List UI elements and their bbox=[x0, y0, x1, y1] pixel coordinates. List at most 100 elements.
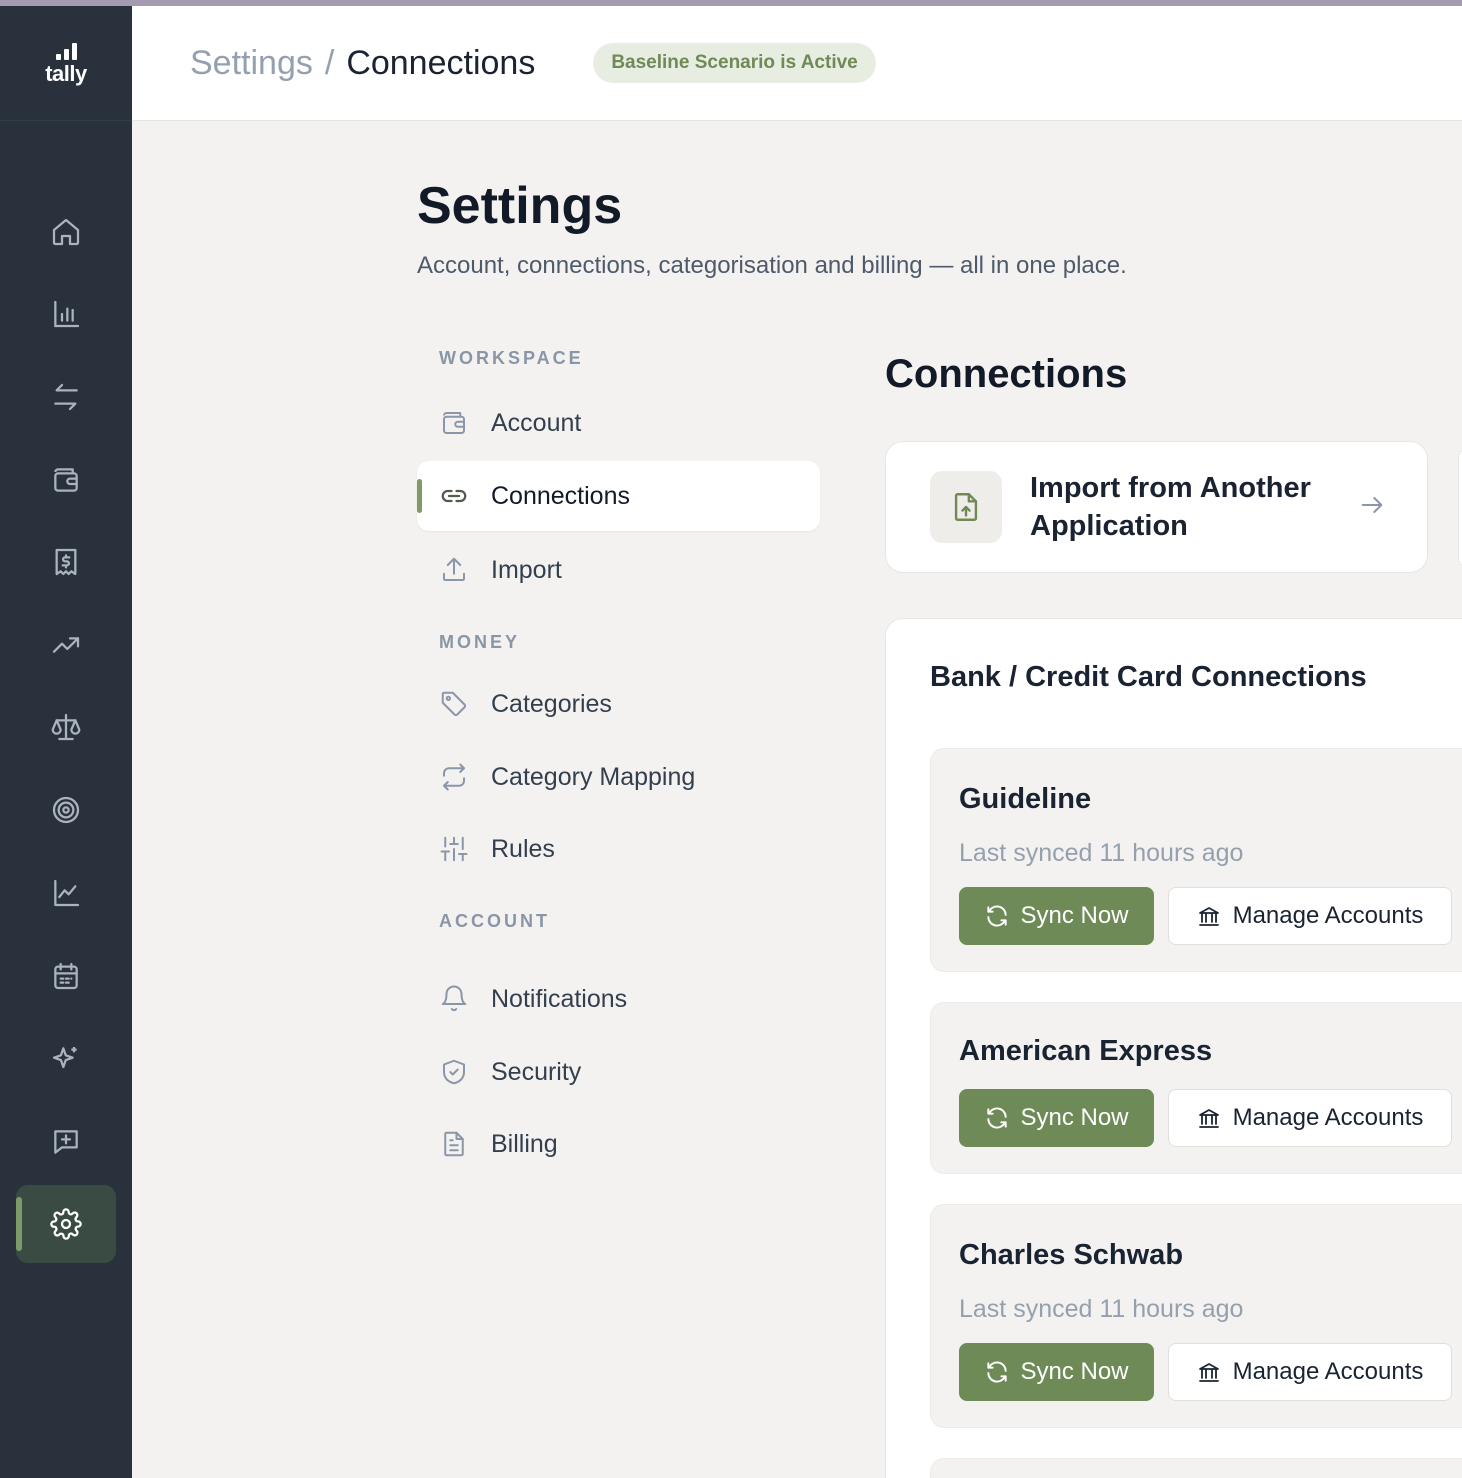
manage-accounts-label: Manage Accounts bbox=[1232, 1104, 1424, 1131]
sparkles-icon bbox=[52, 1047, 77, 1069]
rail-item-insights[interactable] bbox=[16, 1020, 116, 1098]
scale-icon bbox=[51, 713, 81, 741]
link-icon bbox=[441, 489, 467, 503]
top-header: Settings / Connections Baseline Scenario… bbox=[132, 6, 1462, 121]
section-label-account: ACCOUNT bbox=[439, 911, 550, 931]
bell-icon bbox=[441, 985, 467, 1012]
receipt-dollar-icon bbox=[55, 548, 77, 576]
settings-nav-label: Account bbox=[491, 408, 582, 437]
bank-section-title: Bank / Credit Card Connections bbox=[930, 661, 1367, 693]
settings-nav-account[interactable]: Account bbox=[417, 388, 820, 458]
sync-now-button[interactable]: Sync Now bbox=[959, 1089, 1154, 1147]
tally-logo[interactable]: tally bbox=[0, 6, 132, 121]
settings-nav-label: Billing bbox=[491, 1129, 558, 1158]
app-rail: tally bbox=[0, 6, 132, 1478]
connection-card: Charles Schwab Last synced 11 hours ago … bbox=[930, 1204, 1462, 1428]
settings-nav-connections[interactable]: Connections bbox=[417, 461, 820, 531]
sync-now-button[interactable]: Sync Now bbox=[959, 887, 1154, 945]
upload-icon bbox=[443, 557, 465, 581]
sync-now-label: Sync Now bbox=[1020, 1358, 1129, 1385]
bank-connections-panel: Bank / Credit Card Connections Guideline… bbox=[885, 618, 1462, 1478]
page-subtitle: Account, connections, categorisation and… bbox=[417, 252, 1127, 279]
sync-now-button[interactable]: Sync Now bbox=[959, 1343, 1154, 1401]
refresh-icon bbox=[987, 905, 1008, 927]
settings-nav-notifications[interactable]: Notifications bbox=[417, 964, 820, 1034]
settings-nav-label: Category Mapping bbox=[491, 762, 696, 791]
manage-accounts-button[interactable]: Manage Accounts bbox=[1168, 1343, 1452, 1401]
import-icon-tile bbox=[930, 471, 1002, 543]
calendar-icon bbox=[54, 962, 78, 990]
last-synced-text: Last synced 11 hours ago bbox=[959, 839, 1244, 867]
settings-nav-label: Notifications bbox=[491, 984, 628, 1013]
logo-text: tally bbox=[45, 61, 87, 86]
connection-name: American Express bbox=[959, 1035, 1213, 1067]
breadcrumb-current: Connections bbox=[346, 43, 536, 82]
connection-card: Guideline Last synced 11 hours ago Sync … bbox=[930, 748, 1462, 972]
rail-item-investments[interactable] bbox=[16, 854, 116, 932]
rail-item-settings[interactable] bbox=[16, 1185, 116, 1263]
settings-nav-label: Rules bbox=[491, 834, 555, 863]
transfer-icon bbox=[54, 383, 78, 411]
settings-nav-label: Connections bbox=[491, 481, 630, 510]
refresh-icon bbox=[987, 1107, 1008, 1129]
logo-mark-icon bbox=[55, 42, 77, 60]
breadcrumb: Settings / Connections bbox=[190, 44, 535, 83]
sliders-icon bbox=[440, 836, 468, 862]
tag-icon bbox=[441, 691, 467, 717]
manage-accounts-button[interactable]: Manage Accounts bbox=[1168, 1089, 1452, 1147]
wallet-icon bbox=[54, 468, 78, 492]
settings-nav-import[interactable]: Import bbox=[417, 535, 820, 605]
connection-name: Charles Schwab bbox=[959, 1239, 1184, 1271]
rail-item-balance[interactable] bbox=[16, 688, 116, 766]
window-top-edge bbox=[0, 0, 1462, 6]
rail-item-calendar[interactable] bbox=[16, 937, 116, 1015]
settings-nav-category-mapping[interactable]: Category Mapping bbox=[417, 742, 820, 812]
breadcrumb-settings[interactable]: Settings bbox=[190, 44, 313, 83]
rail-item-trends[interactable] bbox=[16, 606, 116, 684]
wallet-icon bbox=[443, 412, 465, 434]
settings-nav-billing[interactable]: Billing bbox=[417, 1109, 820, 1179]
settings-nav-rules[interactable]: Rules bbox=[417, 814, 820, 884]
settings-nav-label: Categories bbox=[491, 689, 612, 718]
bar-chart-icon bbox=[54, 300, 80, 328]
page-title: Settings bbox=[417, 177, 623, 235]
bank-icon bbox=[1198, 1363, 1219, 1382]
sync-now-label: Sync Now bbox=[1020, 1104, 1129, 1131]
connection-card bbox=[930, 1458, 1462, 1478]
file-upload-icon bbox=[954, 493, 978, 521]
bank-icon bbox=[1198, 1109, 1219, 1128]
breadcrumb-separator: / bbox=[324, 43, 335, 82]
rail-item-feedback[interactable] bbox=[16, 1103, 116, 1181]
settings-nav-security[interactable]: Security bbox=[417, 1037, 820, 1107]
rail-item-accounts[interactable] bbox=[16, 441, 116, 519]
rail-item-reports[interactable] bbox=[16, 275, 116, 353]
repeat-icon bbox=[443, 763, 465, 791]
sync-now-label: Sync Now bbox=[1020, 902, 1129, 929]
connection-card: American Express Sync Now Manage Account… bbox=[930, 1002, 1462, 1174]
settings-nav: WORKSPACE Account Connections Import MON… bbox=[417, 340, 820, 1179]
trending-up-icon bbox=[52, 637, 80, 653]
settings-nav-label: Security bbox=[491, 1057, 582, 1086]
file-text-icon bbox=[444, 1131, 464, 1157]
manage-accounts-label: Manage Accounts bbox=[1232, 1358, 1424, 1385]
settings-nav-label: Import bbox=[491, 555, 562, 584]
last-synced-text: Last synced 11 hours ago bbox=[959, 1295, 1244, 1323]
section-label-money: MONEY bbox=[439, 632, 521, 652]
message-plus-icon bbox=[54, 1130, 78, 1154]
rail-item-transactions[interactable] bbox=[16, 358, 116, 436]
target-icon bbox=[52, 796, 80, 824]
arrow-right-icon bbox=[1358, 491, 1386, 524]
connections-title: Connections bbox=[885, 352, 1128, 396]
rail-item-goals[interactable] bbox=[16, 771, 116, 849]
import-card[interactable]: Import from Another Application bbox=[885, 441, 1428, 573]
section-label-workspace: WORKSPACE bbox=[439, 348, 584, 368]
manage-accounts-button[interactable]: Manage Accounts bbox=[1168, 887, 1452, 945]
connection-name: Guideline bbox=[959, 783, 1092, 815]
rail-item-bills[interactable] bbox=[16, 523, 116, 601]
home-icon bbox=[52, 218, 80, 246]
shield-check-icon bbox=[443, 1059, 465, 1085]
manage-accounts-label: Manage Accounts bbox=[1232, 902, 1424, 929]
rail-item-home[interactable] bbox=[16, 193, 116, 271]
scenario-badge: Baseline Scenario is Active bbox=[593, 43, 876, 83]
settings-nav-categories[interactable]: Categories bbox=[417, 669, 820, 739]
